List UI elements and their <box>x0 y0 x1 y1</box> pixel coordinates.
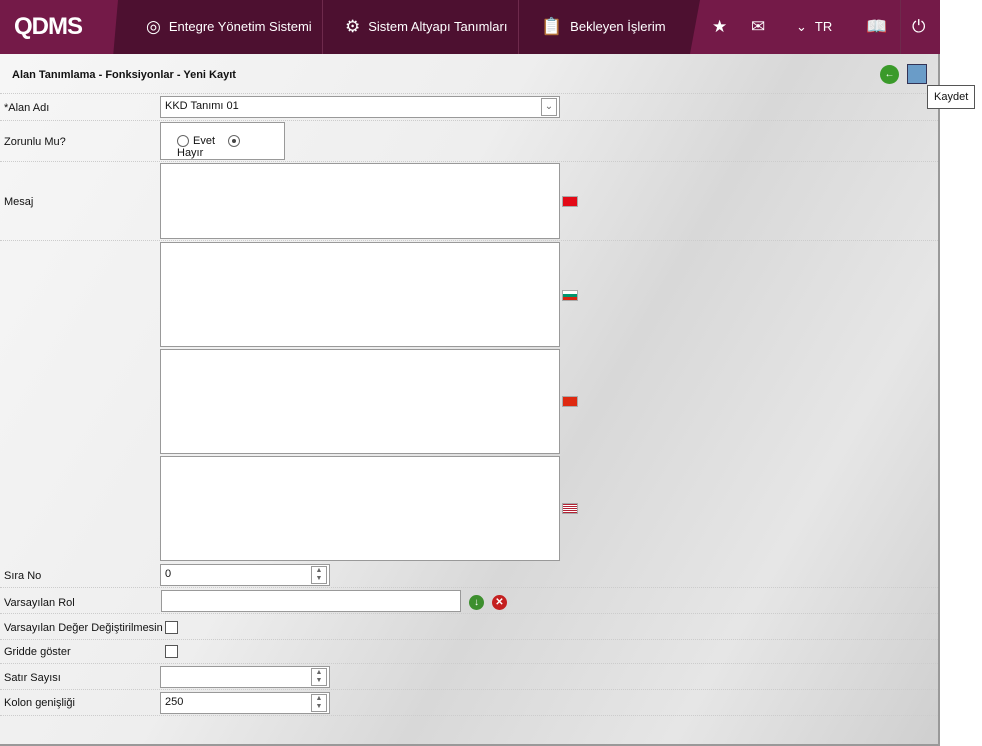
save-icon[interactable] <box>907 64 927 84</box>
flag-bg-icon <box>562 290 578 301</box>
select-rol-button[interactable]: ↓ <box>469 595 484 610</box>
satir-sayisi-input[interactable]: ▲ ▼ <box>160 666 330 688</box>
star-icon: ★ <box>712 17 728 36</box>
page-title: Alan Tanımlama - Fonksiyonlar - Yeni Kay… <box>12 69 236 81</box>
logo[interactable]: QDMS <box>0 0 118 54</box>
favorites-button[interactable]: ★ <box>712 0 727 54</box>
flag-tr-icon <box>562 196 578 207</box>
kolon-genisligi-input[interactable]: 250 ▲ ▼ <box>160 692 330 714</box>
sira-no-input[interactable]: 0 ▲ ▼ <box>160 564 330 586</box>
flag-cn-icon <box>562 396 578 407</box>
varsayilan-rol-input[interactable] <box>161 590 461 612</box>
back-button[interactable]: ← <box>880 65 899 84</box>
alan-adi-select[interactable]: KKD Tanımı 01 ⌄ <box>160 96 560 118</box>
top-navbar: QDMS ◎ Entegre Yönetim Sistemi ⚙ Sistem Al… <box>0 0 940 54</box>
mesaj-us-textarea[interactable] <box>160 456 560 561</box>
power-icon: ⏻ <box>912 17 926 36</box>
nav-bekleyen[interactable]: 📋 Bekleyen İşlerim <box>541 0 666 54</box>
chevron-down-icon: ⌄ <box>796 19 807 34</box>
form-panel: Alan Tanımlama - Fonksiyonlar - Yeni Kay… <box>0 54 940 746</box>
degistirilmesin-checkbox[interactable] <box>165 621 178 634</box>
gear-icon: ⚙ <box>345 17 361 36</box>
q-icon: ◎ <box>146 17 161 36</box>
book-icon: 📖 <box>866 17 888 36</box>
clipboard-icon: 📋 <box>541 17 563 36</box>
logout-button[interactable]: ⏻ <box>912 0 925 54</box>
mail-icon: ✉ <box>751 17 766 36</box>
zorunlu-radio-group: Evet Hayır <box>160 122 285 160</box>
nav-sistem[interactable]: ⚙ Sistem Altyapı Tanımları <box>345 0 507 54</box>
spinner[interactable]: ▲ ▼ <box>311 566 327 584</box>
chevron-down-icon: ⌄ <box>541 98 557 116</box>
save-tooltip: Kaydet <box>927 85 976 109</box>
clear-rol-button[interactable]: ✕ <box>492 595 507 610</box>
spinner[interactable]: ▲ ▼ <box>311 694 327 712</box>
messages-button[interactable]: ✉ <box>751 0 765 54</box>
spinner[interactable]: ▲ ▼ <box>311 668 327 686</box>
mesaj-tr-textarea[interactable] <box>160 163 560 239</box>
help-button[interactable]: 📖 <box>866 0 887 54</box>
flag-us-icon <box>562 503 578 514</box>
radio-evet[interactable]: Evet <box>177 135 215 148</box>
language-dropdown[interactable]: ⌄ TR <box>796 0 832 54</box>
nav-entegre[interactable]: ◎ Entegre Yönetim Sistemi <box>146 0 312 54</box>
mesaj-bg-textarea[interactable] <box>160 242 560 347</box>
gridde-goster-checkbox[interactable] <box>165 645 178 658</box>
mesaj-cn-textarea[interactable] <box>160 349 560 454</box>
